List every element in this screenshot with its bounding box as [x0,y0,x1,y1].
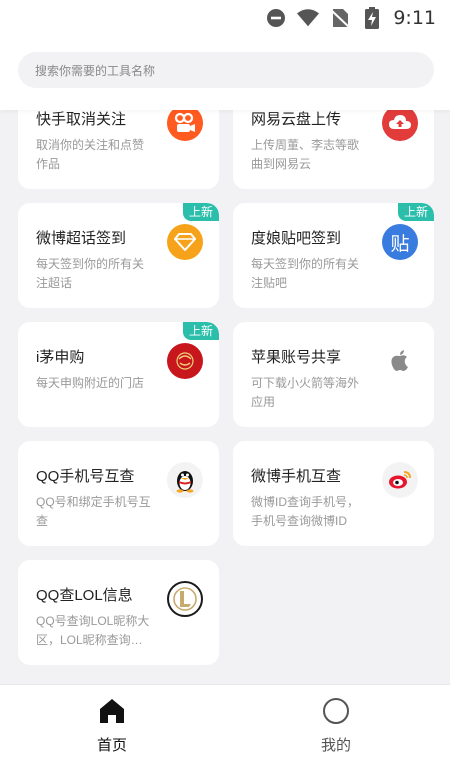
tool-title: 网易云盘上传 [251,111,342,128]
status-bar: 9:11 [0,0,450,36]
tool-description: 取消你的关注和点赞作品 [36,138,145,171]
weibo-icon [382,462,418,498]
tool-description: 上传周董、李志等歌曲到网易云 [251,138,360,171]
tool-card-weibo-phone-lookup[interactable]: 微博手机互查 微博ID查询手机号，手机号查询微博ID [233,441,434,546]
do-not-disturb-icon [265,7,287,29]
tool-description: QQ号查询LOL昵称大区，LOL昵称查询… [36,614,150,647]
tool-title: 微博手机互查 [251,468,342,485]
new-badge: 上新 [398,203,434,221]
new-badge: 上新 [183,203,219,221]
search-input[interactable]: 搜索你需要的工具名称 [18,52,434,88]
tool-description: 可下载小火箭等海外应用 [251,376,360,409]
tool-description: QQ号和绑定手机号互查 [36,495,151,528]
tool-list[interactable]: 快手取消关注 取消你的关注和点赞作品 网易云盘上传 上传周董、李志等歌曲到网易云… [0,110,450,684]
new-badge: 上新 [183,322,219,340]
no-sim-icon [329,7,351,29]
tool-title: 苹果账号共享 [251,349,342,366]
home-icon [97,697,127,730]
bottom-navigation: 首页 我的 [0,684,450,760]
nav-mine-tab[interactable]: 我的 [306,697,366,757]
tool-card-imoutai[interactable]: 上新 i茅申购 每天申购附近的门店 [18,322,219,427]
nav-home-label: 首页 [96,737,127,754]
moutai-icon [167,343,203,379]
tool-description: 每天申购附近的门店 [36,376,145,390]
tool-card-kuaishou-unfollow[interactable]: 快手取消关注 取消你的关注和点赞作品 [18,110,219,189]
diamond-icon [167,224,203,260]
tool-card-tieba-checkin[interactable]: 上新 度娘贴吧签到 每天签到你的所有关注贴吧 贴 [233,203,434,308]
battery-charging-icon [361,7,383,29]
tool-title: 度娘贴吧签到 [251,230,342,247]
nav-mine-label: 我的 [320,737,351,754]
nav-home-tab[interactable]: 首页 [82,697,142,757]
lol-icon [167,581,203,617]
tieba-icon: 贴 [382,224,418,260]
tool-card-netease-upload[interactable]: 网易云盘上传 上传周董、李志等歌曲到网易云 [233,110,434,189]
tool-card-qq-lol-info[interactable]: QQ查LOL信息 QQ号查询LOL昵称大区，LOL昵称查询… [18,560,219,665]
tool-description: 每天签到你的所有关注超话 [36,257,145,290]
tool-title: 快手取消关注 [36,111,127,128]
tool-description: 微博ID查询手机号，手机号查询微博ID [251,495,360,528]
tool-title: i茅申购 [36,349,85,366]
tool-title: QQ查LOL信息 [36,587,133,604]
tool-description: 每天签到你的所有关注贴吧 [251,257,360,290]
netease-cloud-icon [382,110,418,141]
wifi-icon [297,7,320,29]
tool-title: 微博超话签到 [36,230,127,247]
tool-card-apple-account[interactable]: 苹果账号共享 可下载小火箭等海外应用 [233,322,434,427]
tool-card-weibo-supertopic-checkin[interactable]: 上新 微博超话签到 每天签到你的所有关注超话 [18,203,219,308]
tool-title: QQ手机号互查 [36,468,135,485]
qq-penguin-icon [167,462,203,498]
user-icon [321,697,351,730]
header: 搜索你需要的工具名称 [0,36,450,110]
clock: 9:11 [393,7,436,29]
tool-grid: 快手取消关注 取消你的关注和点赞作品 网易云盘上传 上传周董、李志等歌曲到网易云… [18,110,434,665]
kuaishou-icon [167,110,203,141]
tool-card-qq-phone-lookup[interactable]: QQ手机号互查 QQ号和绑定手机号互查 [18,441,219,546]
apple-icon [382,343,418,379]
